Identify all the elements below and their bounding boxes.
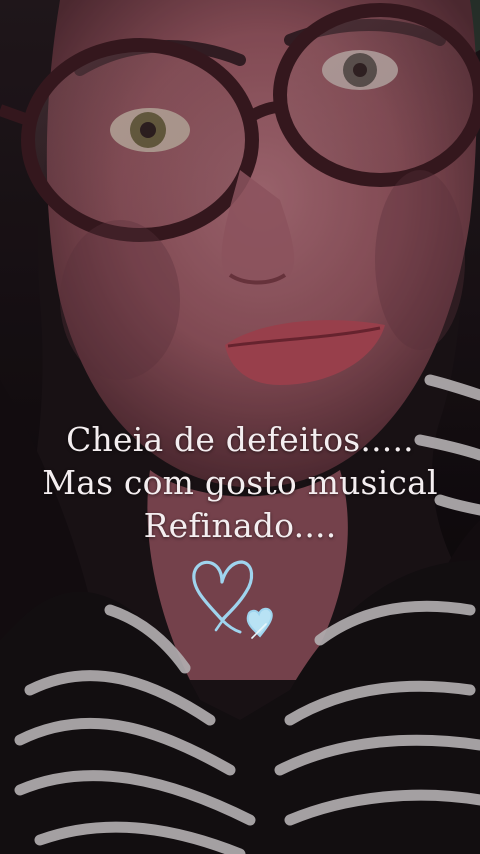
story-frame: Cheia de defeitos..... Mas com gosto mus… (0, 0, 480, 854)
caption-line-2: Mas com gosto musical (42, 463, 438, 502)
small-heart-icon (246, 607, 273, 639)
caption-line-3: Refinado.... (143, 506, 337, 545)
hearts-decoration (192, 560, 273, 639)
heart-outline-icon (192, 560, 254, 634)
caption-text: Cheia de defeitos..... Mas com gosto mus… (0, 418, 480, 547)
caption-line-1: Cheia de defeitos..... (66, 420, 414, 459)
